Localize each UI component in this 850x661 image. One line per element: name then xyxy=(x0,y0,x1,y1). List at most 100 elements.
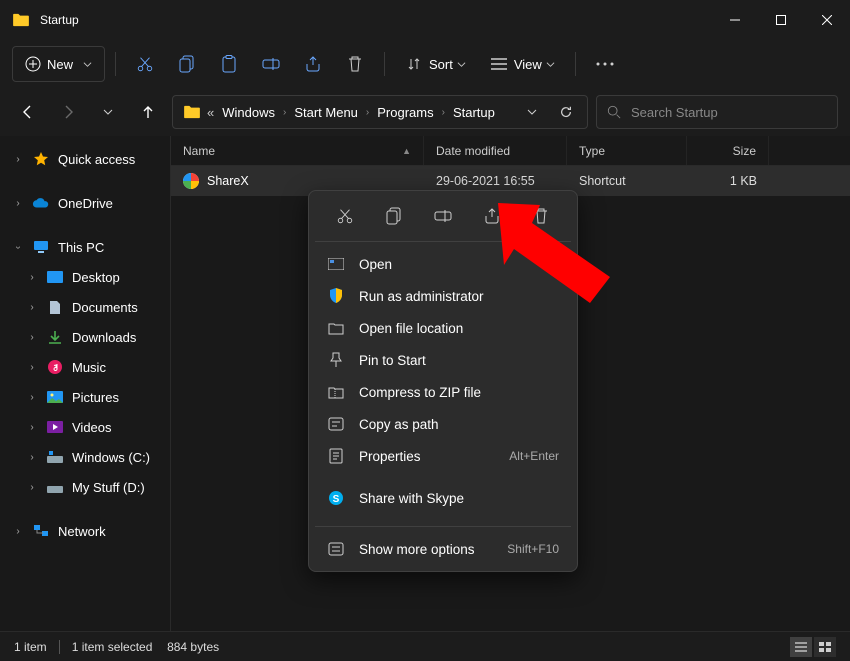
sidebar-item-drive-c[interactable]: ›Windows (C:) xyxy=(20,442,164,472)
sidebar-item-label: Pictures xyxy=(72,390,119,405)
file-type: Shortcut xyxy=(567,174,687,188)
up-button[interactable] xyxy=(132,96,164,128)
zip-icon xyxy=(327,383,345,401)
back-button[interactable] xyxy=(12,96,44,128)
sidebar-item-label: Windows (C:) xyxy=(72,450,150,465)
drive-icon xyxy=(46,448,64,466)
sidebar-item-label: Music xyxy=(72,360,106,375)
ctx-run-admin[interactable]: Run as administrator xyxy=(315,280,571,312)
star-icon xyxy=(32,150,50,168)
minimize-button[interactable] xyxy=(712,0,758,40)
pin-icon xyxy=(327,351,345,369)
ctx-compress[interactable]: Compress to ZIP file xyxy=(315,376,571,408)
status-item-count: 1 item xyxy=(14,640,47,654)
maximize-button[interactable] xyxy=(758,0,804,40)
breadcrumb-item[interactable]: Programs xyxy=(373,105,437,120)
window-title: Startup xyxy=(40,13,712,27)
breadcrumb-item[interactable]: Startup xyxy=(449,105,499,120)
chevron-down-icon xyxy=(83,60,92,69)
command-bar: New Sort View xyxy=(0,40,850,88)
toolbar-divider xyxy=(115,52,116,76)
sidebar-item-this-pc[interactable]: › This PC xyxy=(6,232,164,262)
sort-button[interactable]: Sort xyxy=(395,46,476,82)
rename-button[interactable] xyxy=(252,46,290,82)
sidebar-item-label: Downloads xyxy=(72,330,136,345)
close-button[interactable] xyxy=(804,0,850,40)
sidebar-item-pictures[interactable]: ›Pictures xyxy=(20,382,164,412)
new-button[interactable]: New xyxy=(12,46,105,82)
title-bar: Startup xyxy=(0,0,850,40)
folder-icon xyxy=(183,105,201,119)
ctx-rename-button[interactable] xyxy=(425,201,461,231)
download-icon xyxy=(46,328,64,346)
ctx-open-location[interactable]: Open file location xyxy=(315,312,571,344)
ctx-pin-start[interactable]: Pin to Start xyxy=(315,344,571,376)
ctx-cut-button[interactable] xyxy=(327,201,363,231)
videos-icon xyxy=(46,418,64,436)
new-button-label: New xyxy=(47,57,73,72)
more-button[interactable] xyxy=(586,46,624,82)
status-bar: 1 item 1 item selected 884 bytes xyxy=(0,631,850,661)
file-size: 1 KB xyxy=(687,174,769,188)
sidebar-item-videos[interactable]: ›Videos xyxy=(20,412,164,442)
sidebar-item-onedrive[interactable]: › OneDrive xyxy=(6,188,164,218)
monitor-icon xyxy=(32,238,50,256)
search-placeholder: Search Startup xyxy=(631,105,718,120)
sidebar-item-drive-d[interactable]: ›My Stuff (D:) xyxy=(20,472,164,502)
forward-button[interactable] xyxy=(52,96,84,128)
desktop-icon xyxy=(46,268,64,286)
chevron-down-icon xyxy=(546,60,555,69)
breadcrumb-item[interactable]: Start Menu xyxy=(290,105,362,120)
column-name[interactable]: Name▲ xyxy=(171,136,424,165)
cloud-icon xyxy=(32,194,50,212)
address-bar[interactable]: « Windows› Start Menu› Programs› Startup xyxy=(172,95,588,129)
sidebar-item-desktop[interactable]: ›Desktop xyxy=(20,262,164,292)
context-menu: Open Run as administrator Open file loca… xyxy=(308,190,578,572)
sort-button-label: Sort xyxy=(429,57,453,72)
column-size[interactable]: Size xyxy=(687,136,769,165)
ctx-copy-path[interactable]: Copy as path xyxy=(315,408,571,440)
app-shortcut-icon xyxy=(183,173,199,189)
sidebar-item-network[interactable]: › Network xyxy=(6,516,164,546)
search-input[interactable]: Search Startup xyxy=(596,95,838,129)
breadcrumb-item[interactable]: Windows xyxy=(218,105,279,120)
more-options-icon xyxy=(327,540,345,558)
navigation-pane: › Quick access › OneDrive › This PC ›Des… xyxy=(0,136,170,631)
cut-button[interactable] xyxy=(126,46,164,82)
drive-icon xyxy=(46,478,64,496)
sidebar-item-label: OneDrive xyxy=(58,196,113,211)
toolbar-divider xyxy=(384,52,385,76)
sidebar-item-documents[interactable]: ›Documents xyxy=(20,292,164,322)
sidebar-item-label: This PC xyxy=(58,240,104,255)
ctx-share-button[interactable] xyxy=(474,201,510,231)
status-bytes: 884 bytes xyxy=(167,640,219,654)
view-button[interactable]: View xyxy=(480,46,565,82)
svg-text:S: S xyxy=(333,494,340,505)
copy-button[interactable] xyxy=(168,46,206,82)
ctx-more-options[interactable]: Show more optionsShift+F10 xyxy=(315,533,571,565)
skype-icon: S xyxy=(327,489,345,507)
thumbnails-view-button[interactable] xyxy=(814,637,836,657)
address-dropdown-button[interactable] xyxy=(517,107,547,117)
ctx-open[interactable]: Open xyxy=(315,248,571,280)
chevron-down-icon xyxy=(457,60,466,69)
paste-button[interactable] xyxy=(210,46,248,82)
plus-circle-icon xyxy=(25,56,41,72)
sidebar-item-label: Network xyxy=(58,524,106,539)
share-button[interactable] xyxy=(294,46,332,82)
ctx-share-skype[interactable]: SShare with Skype xyxy=(315,482,571,514)
delete-button[interactable] xyxy=(336,46,374,82)
details-view-button[interactable] xyxy=(790,637,812,657)
recent-locations-button[interactable] xyxy=(92,96,124,128)
music-icon xyxy=(46,358,64,376)
sidebar-item-music[interactable]: ›Music xyxy=(20,352,164,382)
refresh-button[interactable] xyxy=(551,105,581,119)
sidebar-item-quick-access[interactable]: › Quick access xyxy=(6,144,164,174)
ctx-copy-button[interactable] xyxy=(376,201,412,231)
sidebar-item-downloads[interactable]: ›Downloads xyxy=(20,322,164,352)
column-type[interactable]: Type xyxy=(567,136,687,165)
ctx-delete-button[interactable] xyxy=(523,201,559,231)
ctx-properties[interactable]: PropertiesAlt+Enter xyxy=(315,440,571,472)
hidden-crumbs-indicator[interactable]: « xyxy=(207,105,214,120)
column-date[interactable]: Date modified xyxy=(424,136,567,165)
